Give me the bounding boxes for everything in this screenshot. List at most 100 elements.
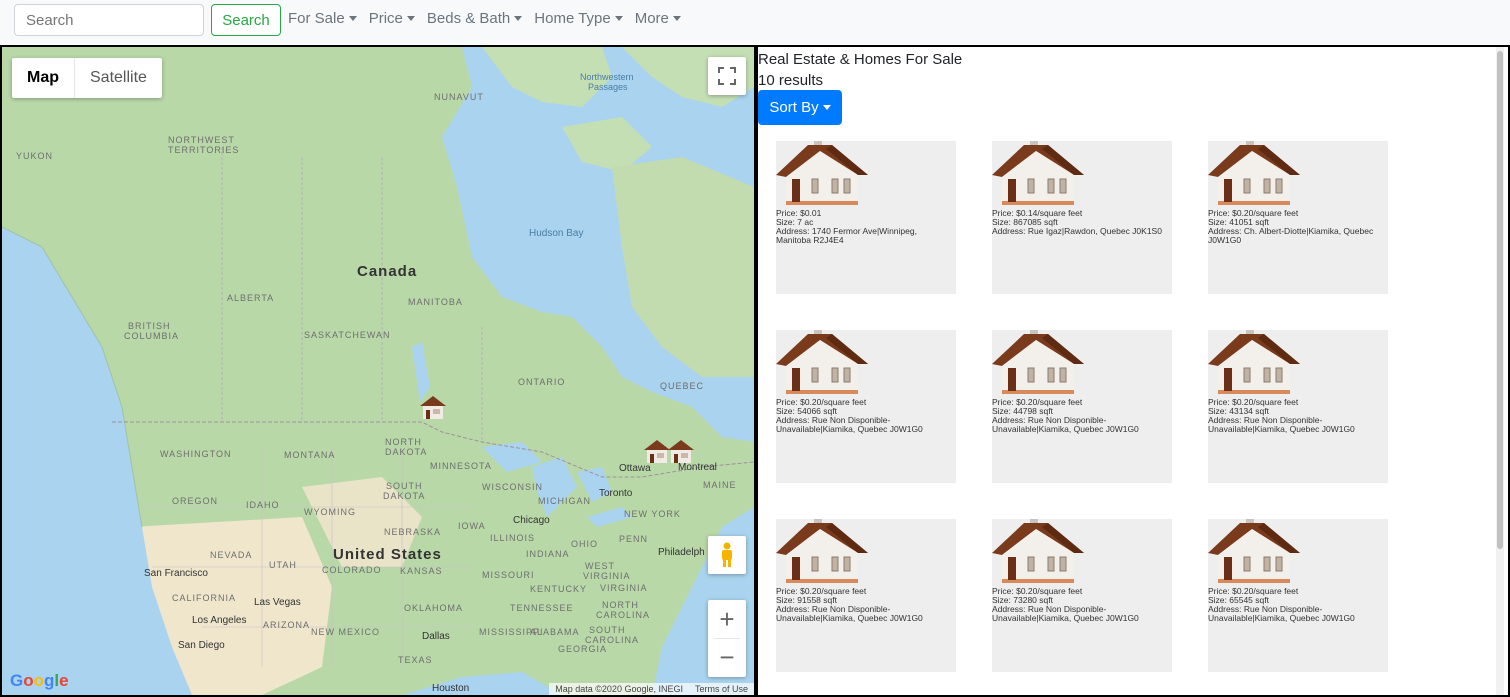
label-illinois: ILLINOIS xyxy=(490,533,536,543)
house-icon xyxy=(776,330,868,394)
label-nebraska: NEBRASKA xyxy=(384,527,442,537)
listing-details: Price: $0.20/square feet Size: 41051 sqft… xyxy=(1208,209,1384,245)
label-michigan: MICHIGAN xyxy=(538,496,591,506)
zoom-out-button[interactable]: − xyxy=(708,638,746,676)
sort-by-button[interactable]: Sort By xyxy=(758,90,842,125)
house-icon xyxy=(992,330,1084,394)
label-chicago: Chicago xyxy=(513,515,550,526)
listing-details: Price: $0.20/square feet Size: 44798 sqft… xyxy=(992,398,1168,434)
label-quebec: QUEBEC xyxy=(660,381,705,391)
label-nunavut: NUNAVUT xyxy=(434,92,484,102)
label-penn: PENN xyxy=(619,534,649,544)
zoom-in-button[interactable]: + xyxy=(708,600,746,638)
price-dropdown[interactable]: Price xyxy=(369,10,415,27)
pegman-icon xyxy=(722,542,732,567)
scrollbar[interactable] xyxy=(1496,47,1504,695)
sort-by-label: Sort By xyxy=(769,99,819,116)
listing-address: Address: Rue Non Disponible-Unavailable|… xyxy=(992,604,1139,623)
listing-details: Price: $0.20/square feet Size: 54066 sqft… xyxy=(776,398,952,434)
label-british-columbia-2: COLUMBIA xyxy=(124,331,180,341)
listing-details: Price: $0.20/square feet Size: 43134 sqft… xyxy=(1208,398,1384,434)
search-input[interactable] xyxy=(14,4,204,36)
listing-card[interactable]: Price: $0.20/square feet Size: 65545 sqft… xyxy=(1208,519,1388,672)
label-south-dakota: SOUTH xyxy=(386,481,423,491)
label-minnesota: MINNESOTA xyxy=(430,461,492,471)
zoom-control: + − xyxy=(708,600,746,677)
label-iowa: IOWA xyxy=(458,521,486,531)
label-northwest-territories-2: TERRITORIES xyxy=(168,145,240,155)
label-alabama: ALABAMA xyxy=(530,627,580,637)
map-canvas[interactable] xyxy=(2,47,754,695)
chevron-down-icon xyxy=(406,16,415,21)
label-las-vegas: Las Vegas xyxy=(254,597,301,608)
label-philadelphia: Philadelph xyxy=(658,547,705,558)
label-ohio: OHIO xyxy=(571,539,599,549)
label-montana: MONTANA xyxy=(284,450,336,460)
search-button[interactable]: Search xyxy=(211,4,281,36)
listing-details: Price: $0.20/square feet Size: 65545 sqft… xyxy=(1208,587,1384,623)
label-nevada: NEVADA xyxy=(210,550,253,560)
label-virginia: VIRGINIA xyxy=(600,583,648,593)
label-idaho: IDAHO xyxy=(246,500,280,510)
listing-address: Address: Rue Non Disponible-Unavailable|… xyxy=(776,604,923,623)
chevron-down-icon xyxy=(672,16,681,21)
listing-details: Price: $0.01 Size: 7 ac Address: 1740 Ferm… xyxy=(776,209,952,245)
for-sale-label: For Sale xyxy=(288,10,345,27)
house-marker-icon[interactable] xyxy=(666,438,696,464)
house-icon xyxy=(992,519,1084,583)
scrollbar-thumb[interactable] xyxy=(1497,51,1503,549)
listings-panel: Real Estate & Homes For Sale 10 results … xyxy=(756,45,1510,697)
label-indiana: INDIANA xyxy=(526,549,570,559)
house-icon xyxy=(1208,330,1300,394)
listing-details: Price: $0.14/square feet Size: 867085 sqf… xyxy=(992,209,1168,236)
label-north-dakota-2: DAKOTA xyxy=(385,447,428,457)
listing-address: Address: Rue Non Disponible-Unavailable|… xyxy=(992,415,1139,434)
listing-card[interactable]: Price: $0.20/square feet Size: 73280 sqft… xyxy=(992,519,1172,672)
label-toronto: Toronto xyxy=(599,488,633,499)
label-kansas: KANSAS xyxy=(400,566,443,576)
listing-card[interactable]: Price: $0.20/square feet Size: 44798 sqft… xyxy=(992,330,1172,483)
label-united-states: United States xyxy=(333,546,442,563)
listing-card[interactable]: Price: $0.20/square feet Size: 41051 sqft… xyxy=(1208,141,1388,294)
map-data-text: Map data ©2020 Google, INEGI xyxy=(555,684,683,694)
listing-card[interactable]: Price: $0.14/square feet Size: 867085 sqf… xyxy=(992,141,1172,294)
label-saskatchewan: SASKATCHEWAN xyxy=(304,330,391,340)
more-label: More xyxy=(634,10,669,27)
listing-card[interactable]: Price: $0.01 Size: 7 ac Address: 1740 Ferm… xyxy=(776,141,956,294)
map-type-satellite-button[interactable]: Satellite xyxy=(75,58,162,98)
label-missouri: MISSOURI xyxy=(482,570,535,580)
label-new-york: NEW YORK xyxy=(624,509,681,519)
street-view-button[interactable] xyxy=(708,536,746,574)
label-northwestern-passages-2: Passages xyxy=(588,82,628,92)
label-northwest-territories: NORTHWEST xyxy=(168,135,235,145)
label-dallas: Dallas xyxy=(422,631,450,642)
label-manitoba: MANITOBA xyxy=(408,297,463,307)
more-dropdown[interactable]: More xyxy=(635,10,681,27)
house-icon xyxy=(776,141,868,205)
map-panel[interactable]: Northwestern Passages NUNAVUT NORTHWEST … xyxy=(0,45,756,697)
label-south-dakota-2: DAKOTA xyxy=(383,491,426,501)
listing-details: Price: $0.20/square feet Size: 91558 sqft… xyxy=(776,587,952,623)
home-type-dropdown[interactable]: Home Type xyxy=(534,10,623,27)
listing-address: Address: 1740 Fermor Ave|Winnipeg, Manit… xyxy=(776,226,917,245)
listing-card[interactable]: Price: $0.20/square feet Size: 43134 sqft… xyxy=(1208,330,1388,483)
fullscreen-button[interactable] xyxy=(708,57,746,95)
label-north-carolina: NORTH xyxy=(602,600,639,610)
listing-card[interactable]: Price: $0.20/square feet Size: 54066 sqft… xyxy=(776,330,956,483)
house-marker-icon[interactable] xyxy=(418,394,448,420)
beds-bath-dropdown[interactable]: Beds & Bath xyxy=(427,10,523,27)
label-canada: Canada xyxy=(357,263,418,280)
for-sale-dropdown[interactable]: For Sale xyxy=(288,10,357,27)
label-new-mexico: NEW MEXICO xyxy=(311,627,381,637)
label-ontario: ONTARIO xyxy=(518,377,566,387)
map-type-map-button[interactable]: Map xyxy=(12,58,75,98)
label-wisconsin: WISCONSIN xyxy=(482,482,544,492)
house-icon xyxy=(776,519,868,583)
label-northwestern-passages: Northwestern xyxy=(580,72,634,82)
house-icon xyxy=(992,141,1084,205)
listing-card[interactable]: Price: $0.20/square feet Size: 91558 sqft… xyxy=(776,519,956,672)
terms-of-use-link[interactable]: Terms of Use xyxy=(695,684,748,694)
chevron-down-icon xyxy=(514,16,523,21)
label-west-virginia-2: VIRGINIA xyxy=(583,571,631,581)
listing-address: Address: Rue Non Disponible-Unavailable|… xyxy=(776,415,923,434)
